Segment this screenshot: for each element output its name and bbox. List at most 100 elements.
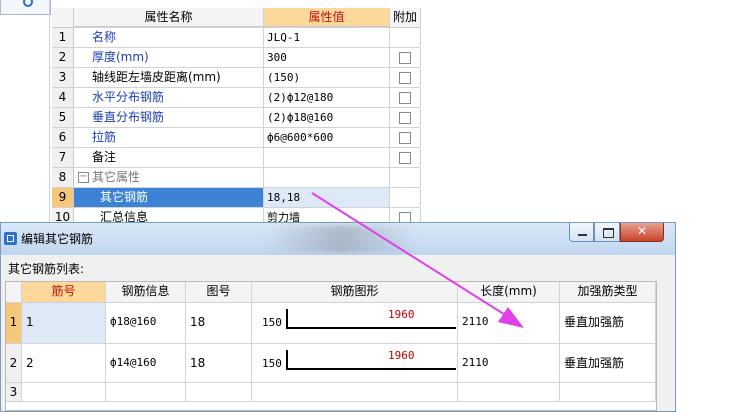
header-row-number	[52, 8, 74, 28]
row-number: 5	[52, 108, 74, 127]
property-row[interactable]: 6 拉筋 ф6@600*600	[52, 128, 421, 148]
shape-main-length: 1960	[388, 349, 415, 362]
shape-drawing: 1960	[286, 308, 456, 329]
property-name[interactable]: 水平分布钢筋	[74, 88, 264, 107]
extra-cell	[390, 168, 421, 187]
figure-no-cell[interactable]	[186, 383, 252, 401]
row-number: 4	[52, 88, 74, 107]
property-group-name[interactable]: − 其它属性	[74, 168, 264, 187]
header-rebar-info[interactable]: 钢筋信息	[106, 282, 186, 302]
stiffener-type-cell[interactable]	[560, 383, 656, 401]
property-name[interactable]: 拉筋	[74, 128, 264, 147]
property-group-row[interactable]: 8 − 其它属性	[52, 168, 421, 188]
extra-cell	[390, 48, 421, 67]
stiffener-type-cell[interactable]: 垂直加强筋	[560, 303, 656, 343]
property-value[interactable]: JLQ-1	[264, 28, 390, 47]
header-bar-no[interactable]: 筋号	[22, 282, 106, 302]
stiffener-type-cell[interactable]: 垂直加强筋	[560, 344, 656, 382]
header-length[interactable]: 长度(mm)	[458, 282, 560, 302]
rebar-shape-cell[interactable]: 150 1960	[252, 344, 458, 382]
figure-no-cell[interactable]: 18	[186, 303, 252, 343]
property-row[interactable]: 1 名称 JLQ-1	[52, 28, 421, 48]
property-name[interactable]: 备注	[74, 148, 264, 167]
header-corner[interactable]	[6, 282, 22, 302]
row-number: 3	[52, 68, 74, 87]
header-stiffener-type[interactable]: 加强筋类型	[560, 282, 656, 302]
row-number[interactable]: 3	[6, 383, 22, 401]
extra-checkbox[interactable]	[399, 92, 411, 104]
property-grid-header: 属性名称 属性值 附加	[52, 8, 421, 28]
extra-checkbox[interactable]	[399, 72, 411, 84]
property-name[interactable]: 名称	[74, 28, 264, 47]
property-value[interactable]: (2)ф18@160	[264, 108, 390, 127]
header-extra[interactable]: 附加	[390, 8, 421, 28]
rebar-info-cell[interactable]: ф14@160	[106, 344, 186, 382]
rebar-info-cell[interactable]	[106, 383, 186, 401]
property-row[interactable]: 2 厚度(mm) 300	[52, 48, 421, 68]
header-property-name[interactable]: 属性名称	[74, 8, 264, 27]
minimize-button[interactable]	[569, 223, 594, 242]
dialog-titlebar[interactable]: 编辑其它钢筋 ✕	[1, 223, 675, 255]
rebar-list-label: 其它钢筋列表:	[8, 262, 85, 276]
rebar-shape-cell[interactable]: 150 1960	[252, 303, 458, 343]
figure-no-cell[interactable]: 18	[186, 344, 252, 382]
property-name[interactable]: 垂直分布钢筋	[74, 108, 264, 127]
extra-cell	[390, 188, 421, 207]
rebar-table-header: 筋号 钢筋信息 图号 钢筋图形 长度(mm) 加强筋类型	[6, 282, 656, 303]
property-row[interactable]: 4 水平分布钢筋 (2)ф12@180	[52, 88, 421, 108]
rebar-info-cell[interactable]: ф18@160	[106, 303, 186, 343]
table-row[interactable]: 1 1 ф18@160 18 150 1960 2110 垂直加强筋	[6, 303, 656, 344]
property-row[interactable]: 5 垂直分布钢筋 (2)ф18@160	[52, 108, 421, 128]
extra-cell	[390, 148, 421, 167]
bar-no-cell[interactable]: 2	[22, 344, 106, 382]
property-value[interactable]	[264, 148, 390, 167]
search-box[interactable]	[0, 0, 51, 15]
length-cell[interactable]: 2110	[458, 344, 560, 382]
extra-checkbox[interactable]	[399, 132, 411, 144]
blurred-region	[266, 225, 416, 253]
row-number: 8	[52, 168, 74, 187]
property-value[interactable]: (150)	[264, 68, 390, 87]
extra-cell	[390, 128, 421, 147]
close-button[interactable]: ✕	[620, 223, 664, 242]
maximize-button[interactable]	[594, 223, 620, 242]
property-value[interactable]: (2)ф12@180	[264, 88, 390, 107]
extra-checkbox[interactable]	[399, 52, 411, 64]
row-number[interactable]: 2	[6, 344, 22, 382]
group-label: 其它属性	[92, 170, 141, 184]
table-row[interactable]: 3	[6, 383, 656, 402]
shape-hook-length: 150	[262, 316, 282, 329]
collapse-icon[interactable]: −	[78, 172, 89, 183]
header-rebar-shape[interactable]: 钢筋图形	[252, 282, 458, 302]
header-figure-no[interactable]: 图号	[186, 282, 252, 302]
row-number[interactable]: 1	[6, 303, 22, 343]
property-name[interactable]: 厚度(mm)	[74, 48, 264, 67]
extra-cell	[390, 28, 421, 47]
shape-hook-length: 150	[262, 357, 282, 370]
property-name[interactable]: 轴线距左墙皮距离(mm)	[74, 68, 264, 87]
property-name[interactable]: 其它钢筋	[74, 188, 264, 207]
rebar-table: 筋号 钢筋信息 图号 钢筋图形 长度(mm) 加强筋类型 1 1 ф18@160…	[5, 281, 657, 411]
header-property-value[interactable]: 属性值	[264, 8, 390, 27]
extra-checkbox[interactable]	[399, 112, 411, 124]
length-cell[interactable]: 2110	[458, 303, 560, 343]
shape-main-length: 1960	[388, 308, 415, 321]
property-row[interactable]: 3 轴线距左墙皮距离(mm) (150)	[52, 68, 421, 88]
row-number: 6	[52, 128, 74, 147]
app-icon	[4, 232, 17, 245]
property-value[interactable]: 18,18	[264, 188, 390, 207]
bar-no-cell[interactable]: 1	[22, 303, 106, 343]
dialog-title: 编辑其它钢筋	[21, 232, 94, 246]
table-row[interactable]: 2 2 ф14@160 18 150 1960 2110 垂直加强筋	[6, 344, 656, 383]
property-row[interactable]: 7 备注	[52, 148, 421, 168]
extra-cell	[390, 108, 421, 127]
shape-drawing: 1960	[286, 349, 456, 370]
length-cell[interactable]	[458, 383, 560, 401]
dialog-body: 其它钢筋列表: 筋号 钢筋信息 图号 钢筋图形 长度(mm) 加强筋类型 1 1…	[1, 255, 675, 411]
extra-checkbox[interactable]	[399, 152, 411, 164]
rebar-shape-cell[interactable]	[252, 383, 458, 401]
bar-no-cell[interactable]	[22, 383, 106, 401]
property-row-selected[interactable]: 9 其它钢筋 18,18	[52, 188, 421, 208]
property-value[interactable]: ф6@600*600	[264, 128, 390, 147]
property-value[interactable]: 300	[264, 48, 390, 67]
